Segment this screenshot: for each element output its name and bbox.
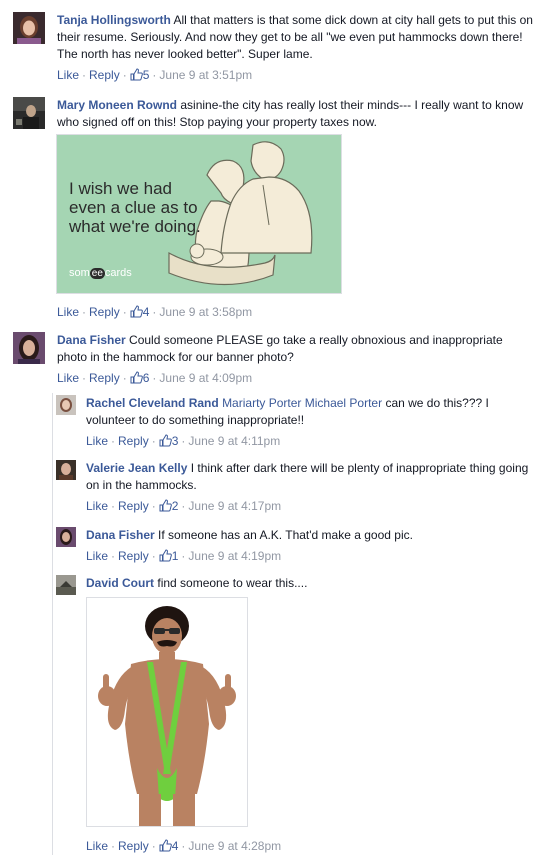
thumbs-up-icon[interactable] (159, 434, 172, 451)
avatar[interactable] (56, 395, 76, 415)
like-link[interactable]: Like (86, 434, 108, 448)
thumbs-up-icon[interactable] (130, 305, 143, 322)
separator: · (111, 434, 116, 448)
comment-timestamp[interactable]: June 9 at 4:28pm (188, 839, 281, 853)
thumbs-up-icon[interactable] (159, 839, 172, 856)
comment-author[interactable]: Mary Moneen Rownd (57, 98, 177, 112)
separator: · (151, 549, 156, 563)
thumbs-up-icon[interactable] (159, 549, 172, 566)
separator: · (181, 434, 186, 448)
separator: · (181, 549, 186, 563)
comment-actions: Like · Reply · 3 · June 9 at 4:11pm (86, 433, 531, 451)
thumbs-up-icon[interactable] (130, 371, 143, 388)
comment-author[interactable]: Valerie Jean Kelly (86, 461, 187, 475)
comment-timestamp[interactable]: June 9 at 3:51pm (159, 68, 252, 82)
ecard-text-line: even a clue as to (69, 198, 198, 217)
comment-actions: Like · Reply · 4 · June 9 at 4:28pm (86, 838, 531, 856)
comment-actions: Like · Reply · 1 · June 9 at 4:19pm (86, 548, 531, 566)
comment-timestamp[interactable]: June 9 at 4:09pm (159, 371, 252, 385)
reply-link[interactable]: Reply (118, 499, 149, 513)
reply-comment: Rachel Cleveland Rand Mariarty Porter Mi… (56, 395, 531, 451)
ecard-text-line: I wish we had (69, 179, 172, 198)
avatar[interactable] (13, 12, 45, 44)
like-link[interactable]: Like (86, 839, 108, 853)
separator: · (111, 499, 116, 513)
comment-timestamp[interactable]: June 9 at 3:58pm (159, 305, 252, 319)
reply-comment: Dana Fisher If someone has an A.K. That'… (56, 527, 531, 566)
comment-text: If someone has an A.K. That'd make a goo… (158, 528, 413, 542)
separator: · (122, 68, 127, 82)
comment: Mary Moneen Rownd asinine-the city has r… (13, 97, 533, 131)
reply-comment: David Court find someone to wear this...… (56, 575, 531, 595)
avatar[interactable] (13, 97, 45, 129)
ecard-text-line: what we're doing. (69, 217, 201, 236)
reply-link[interactable]: Reply (89, 68, 120, 82)
comment-timestamp[interactable]: June 9 at 4:11pm (188, 434, 280, 448)
avatar[interactable] (56, 527, 76, 547)
separator: · (151, 839, 156, 853)
separator: · (122, 305, 127, 319)
separator: · (152, 68, 157, 82)
avatar[interactable] (56, 460, 76, 480)
comment-author[interactable]: Tanja Hollingsworth (57, 13, 171, 27)
like-link[interactable]: Like (57, 371, 79, 385)
avatar[interactable] (56, 575, 76, 595)
comment-author[interactable]: Rachel Cleveland Rand (86, 396, 219, 410)
separator: · (152, 371, 157, 385)
comment-actions: Like · Reply · 6 · June 9 at 4:09pm (57, 370, 533, 388)
separator: · (111, 839, 116, 853)
comment-actions: Like · Reply · 4 · June 9 at 3:58pm (57, 304, 533, 322)
reply-link[interactable]: Reply (89, 371, 120, 385)
thumbs-up-icon[interactable] (130, 68, 143, 85)
comment-actions-row: Like · Reply · 4 · June 9 at 3:58pm (13, 304, 533, 322)
thumbs-up-icon[interactable] (159, 499, 172, 516)
comment-timestamp[interactable]: June 9 at 4:19pm (188, 549, 281, 563)
comment-actions: Like · Reply · 2 · June 9 at 4:17pm (86, 498, 531, 516)
separator: · (152, 305, 157, 319)
separator: · (151, 434, 156, 448)
like-link[interactable]: Like (57, 68, 79, 82)
separator: · (111, 549, 116, 563)
separator: · (181, 499, 186, 513)
comment: Dana Fisher Could someone PLEASE go take… (13, 332, 533, 388)
separator: · (82, 68, 87, 82)
ecard-image[interactable]: I wish we had even a clue as to what we'… (56, 134, 342, 294)
separator: · (181, 839, 186, 853)
tagged-users[interactable]: Mariarty Porter Michael Porter (222, 396, 382, 410)
comment: Tanja Hollingsworth All that matters is … (13, 12, 533, 85)
reply-link[interactable]: Reply (118, 434, 149, 448)
like-link[interactable]: Like (86, 499, 108, 513)
avatar[interactable] (13, 332, 45, 364)
comment-author[interactable]: David Court (86, 576, 154, 590)
reply-comment: Valerie Jean Kelly I think after dark th… (56, 460, 531, 516)
comment-timestamp[interactable]: June 9 at 4:17pm (188, 499, 281, 513)
separator: · (82, 371, 87, 385)
comment-actions: Like · Reply · 5 · June 9 at 3:51pm (57, 67, 533, 85)
reply-thread-line (52, 393, 53, 855)
separator: · (122, 371, 127, 385)
attached-photo[interactable] (86, 597, 248, 827)
ecard-logo: som ee cards (69, 267, 132, 279)
separator: · (82, 305, 87, 319)
reply-link[interactable]: Reply (118, 549, 149, 563)
comment-author[interactable]: Dana Fisher (86, 528, 155, 542)
separator: · (151, 499, 156, 513)
reply-link[interactable]: Reply (118, 839, 149, 853)
like-link[interactable]: Like (57, 305, 79, 319)
reply-link[interactable]: Reply (89, 305, 120, 319)
comment-actions-row: Like · Reply · 4 · June 9 at 4:28pm (56, 838, 531, 856)
like-link[interactable]: Like (86, 549, 108, 563)
comment-author[interactable]: Dana Fisher (57, 333, 126, 347)
comment-text: find someone to wear this.... (157, 576, 308, 590)
